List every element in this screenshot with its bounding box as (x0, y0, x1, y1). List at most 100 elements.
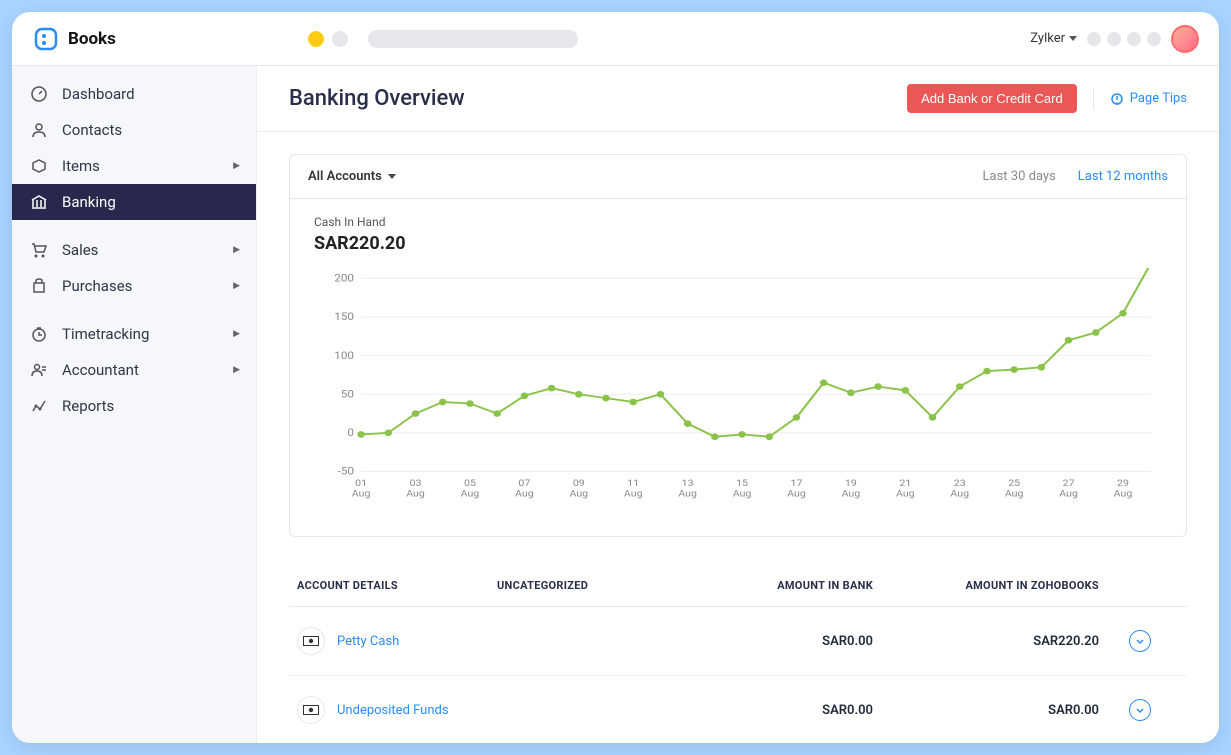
page-tips-link[interactable]: Page Tips (1110, 91, 1187, 106)
account-filter-dropdown[interactable]: All Accounts (308, 169, 396, 184)
sidebar-item-contacts[interactable]: Contacts (12, 112, 256, 148)
th-account: ACCOUNT DETAILS (297, 579, 497, 592)
svg-text:19: 19 (845, 479, 857, 489)
svg-text:17: 17 (791, 479, 803, 489)
avatar[interactable] (1171, 25, 1199, 53)
purchases-icon (30, 277, 48, 295)
chart-body: Cash In Hand SAR220.20 -5005010015020001… (290, 199, 1186, 536)
svg-text:Aug: Aug (1059, 489, 1078, 499)
topbar-dot[interactable] (1107, 32, 1121, 46)
table-row: Petty Cash SAR0.00 SAR220.20 (289, 607, 1187, 676)
svg-text:01: 01 (355, 479, 367, 489)
page-title: Banking Overview (289, 86, 465, 111)
svg-text:21: 21 (899, 479, 911, 489)
sidebar-item-purchases[interactable]: Purchases ▶ (12, 268, 256, 304)
chart-metric-label: Cash In Hand (314, 215, 1162, 229)
svg-text:15: 15 (736, 479, 748, 489)
search-placeholder-bar[interactable] (368, 30, 578, 48)
row-action-button[interactable] (1129, 630, 1151, 652)
filter-last-12-months[interactable]: Last 12 months (1078, 169, 1168, 184)
svg-text:Aug: Aug (896, 489, 915, 499)
sidebar-item-label: Accountant (62, 361, 139, 379)
topbar-dot[interactable] (1087, 32, 1101, 46)
line-chart: -5005010015020001Aug03Aug05Aug07Aug09Aug… (314, 268, 1162, 508)
sidebar-item-dashboard[interactable]: Dashboard (12, 76, 256, 112)
add-bank-button[interactable]: Add Bank or Credit Card (907, 84, 1077, 113)
svg-text:Aug: Aug (950, 489, 969, 499)
account-cell: Petty Cash (297, 627, 497, 655)
divider (1093, 88, 1094, 110)
sidebar-item-label: Items (62, 157, 100, 175)
account-link[interactable]: Undeposited Funds (337, 703, 449, 718)
content: All Accounts Last 30 days Last 12 months… (257, 132, 1219, 743)
sidebar-item-reports[interactable]: Reports (12, 388, 256, 424)
sidebar-item-timetracking[interactable]: Timetracking ▶ (12, 316, 256, 352)
svg-text:07: 07 (518, 479, 530, 489)
account-cell: Undeposited Funds (297, 696, 497, 724)
svg-text:200: 200 (334, 272, 354, 284)
svg-text:25: 25 (1008, 479, 1020, 489)
chart-card: All Accounts Last 30 days Last 12 months… (289, 154, 1187, 537)
sidebar-item-banking[interactable]: Banking (12, 184, 256, 220)
time-filters: Last 30 days Last 12 months (983, 169, 1168, 184)
filter-last-30-days[interactable]: Last 30 days (983, 169, 1056, 184)
topbar-dot[interactable] (1127, 32, 1141, 46)
svg-text:Aug: Aug (352, 489, 371, 499)
svg-text:Aug: Aug (569, 489, 588, 499)
sidebar-item-items[interactable]: Items ▶ (12, 148, 256, 184)
sidebar-item-label: Reports (62, 397, 114, 415)
svg-text:Aug: Aug (787, 489, 806, 499)
svg-text:Aug: Aug (406, 489, 425, 499)
sidebar-item-label: Dashboard (62, 85, 135, 103)
account-link[interactable]: Petty Cash (337, 634, 399, 649)
org-switcher[interactable]: Zylker (1030, 31, 1077, 46)
chevron-right-icon: ▶ (233, 245, 240, 255)
svg-text:Aug: Aug (624, 489, 643, 499)
sidebar-item-label: Contacts (62, 121, 122, 139)
app-name: Books (68, 29, 116, 49)
topbar-right: Zylker (1030, 25, 1199, 53)
svg-text:13: 13 (682, 479, 694, 489)
amount-bank-cell: SAR0.00 (677, 634, 903, 649)
th-amount-bank: AMOUNT IN BANK (677, 579, 903, 592)
svg-text:Aug: Aug (842, 489, 861, 499)
cash-icon (297, 696, 325, 724)
table-row: Undeposited Funds SAR0.00 SAR0.00 (289, 676, 1187, 743)
svg-text:Aug: Aug (515, 489, 534, 499)
sidebar-item-label: Banking (62, 193, 116, 211)
th-uncategorized: UNCATEGORIZED (497, 579, 677, 592)
chevron-right-icon: ▶ (233, 161, 240, 171)
svg-text:150: 150 (334, 311, 354, 323)
sidebar-item-label: Timetracking (62, 325, 149, 343)
reports-icon (30, 397, 48, 415)
sidebar-item-label: Purchases (62, 277, 132, 295)
svg-text:03: 03 (410, 479, 422, 489)
accounts-table: ACCOUNT DETAILS UNCATEGORIZED AMOUNT IN … (289, 565, 1187, 743)
cash-icon (297, 627, 325, 655)
svg-text:27: 27 (1063, 479, 1075, 489)
chevron-right-icon: ▶ (233, 329, 240, 339)
chart-metric-value: SAR220.20 (314, 233, 1162, 254)
amount-books-cell: SAR220.20 (903, 634, 1129, 649)
table-header: ACCOUNT DETAILS UNCATEGORIZED AMOUNT IN … (289, 565, 1187, 607)
sidebar-item-accountant[interactable]: Accountant ▶ (12, 352, 256, 388)
sidebar: Dashboard Contacts Items ▶ Banking Sales… (12, 66, 257, 743)
items-icon (30, 157, 48, 175)
logo[interactable]: Books (32, 25, 116, 53)
svg-text:Aug: Aug (1005, 489, 1024, 499)
page-header: Banking Overview Add Bank or Credit Card… (257, 66, 1219, 132)
amount-books-cell: SAR0.00 (903, 703, 1129, 718)
header-actions: Add Bank or Credit Card Page Tips (907, 84, 1187, 113)
amount-bank-cell: SAR0.00 (677, 703, 903, 718)
app-window: Books Zylker Dashboard Con (12, 12, 1219, 743)
body: Dashboard Contacts Items ▶ Banking Sales… (12, 66, 1219, 743)
books-logo-icon (32, 25, 60, 53)
svg-text:-50: -50 (338, 465, 354, 477)
row-action-button[interactable] (1129, 699, 1151, 721)
svg-text:11: 11 (627, 479, 639, 489)
topbar-dot[interactable] (1147, 32, 1161, 46)
sales-icon (30, 241, 48, 259)
svg-text:Aug: Aug (678, 489, 697, 499)
sidebar-item-sales[interactable]: Sales ▶ (12, 232, 256, 268)
svg-text:09: 09 (573, 479, 585, 489)
